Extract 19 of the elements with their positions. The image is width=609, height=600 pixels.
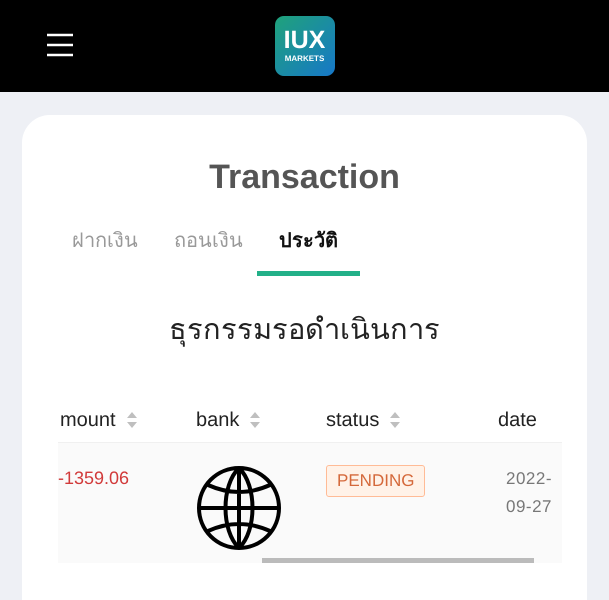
section-title: ธุรกรรมรอดำเนินการ: [169, 313, 440, 348]
sort-icon[interactable]: [126, 410, 138, 430]
column-header: status: [326, 408, 380, 432]
globe-icon: [196, 465, 282, 551]
sort-icon[interactable]: [389, 410, 402, 430]
tab[interactable]: ถอนเงิน: [174, 227, 243, 276]
column-header: mount: [60, 408, 116, 432]
logo[interactable]: IUX MARKETS: [274, 16, 334, 76]
page-title: Transaction: [209, 157, 400, 197]
amount-cell-text: -1359.06: [58, 467, 130, 490]
scrollbar[interactable]: [262, 558, 534, 563]
tab[interactable]: ประวัติ: [257, 227, 360, 276]
sort-icon[interactable]: [249, 410, 262, 430]
status-badge: PENDING: [326, 465, 426, 497]
column-header: bank: [196, 408, 240, 432]
menu-icon[interactable]: [45, 32, 75, 58]
column-header: date: [498, 408, 537, 432]
tab[interactable]: ฝากเงิน: [72, 227, 138, 276]
date-cell-text: 2022-09-27: [506, 468, 553, 518]
